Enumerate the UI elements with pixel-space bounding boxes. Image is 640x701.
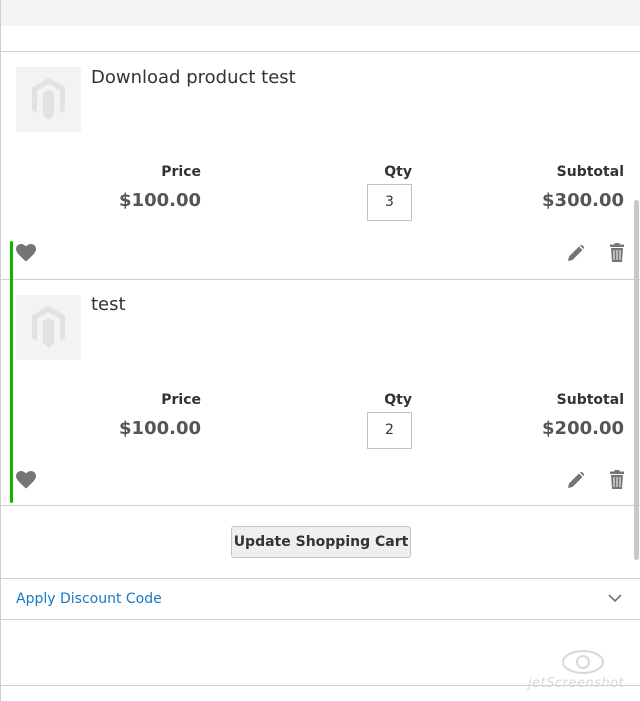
magento-logo-icon (32, 306, 65, 348)
trash-icon[interactable] (610, 470, 624, 489)
frame-border (0, 0, 1, 701)
qty-input[interactable]: 3 (367, 184, 412, 221)
product-name-link[interactable]: Download product test (91, 66, 296, 90)
top-bar (0, 0, 640, 26)
qty-label: Qty (384, 392, 412, 408)
product-name-link[interactable]: test (91, 293, 126, 317)
chevron-down-icon[interactable] (606, 589, 624, 607)
pencil-icon[interactable] (568, 245, 584, 261)
subtotal-value: $300.00 (542, 190, 624, 211)
pencil-icon[interactable] (568, 472, 584, 488)
heart-icon[interactable] (16, 471, 36, 489)
subtotal-label: Subtotal (556, 164, 624, 180)
price-label: Price (161, 164, 201, 180)
subtotal-label: Subtotal (556, 392, 624, 408)
qty-label: Qty (384, 164, 412, 180)
price-label: Price (161, 392, 201, 408)
subtotal-value: $200.00 (542, 418, 624, 439)
qty-input[interactable]: 2 (367, 412, 412, 449)
divider (0, 279, 640, 280)
scrollbar[interactable] (634, 200, 639, 560)
price-value: $100.00 (119, 418, 201, 439)
update-cart-button[interactable]: Update Shopping Cart (231, 526, 411, 558)
magento-logo-icon (32, 78, 65, 120)
divider (0, 51, 640, 52)
product-thumbnail[interactable] (16, 67, 81, 132)
watermark: jetScreenshot (528, 646, 638, 696)
apply-discount-link[interactable]: Apply Discount Code (16, 590, 162, 608)
product-thumbnail[interactable] (16, 295, 81, 360)
watermark-text: jetScreenshot (528, 676, 625, 691)
divider (0, 505, 640, 506)
heart-icon[interactable] (16, 244, 36, 262)
divider (0, 578, 640, 579)
selection-marker (10, 241, 13, 503)
divider (0, 619, 640, 620)
trash-icon[interactable] (610, 243, 624, 262)
price-value: $100.00 (119, 190, 201, 211)
eye-logo-icon (562, 650, 604, 674)
